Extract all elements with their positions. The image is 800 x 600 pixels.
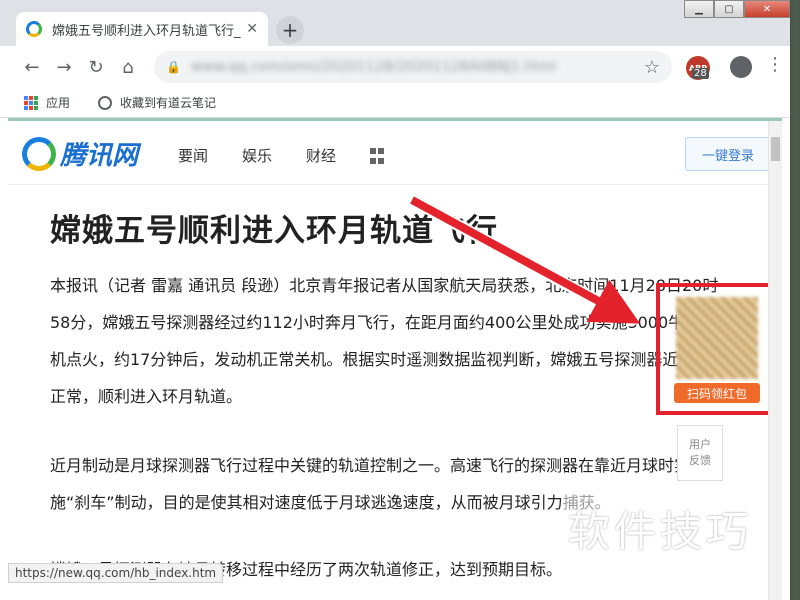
menu-kebab-icon[interactable]: ⋮ [766, 54, 784, 75]
window-controls: ▁ ▢ ✕ [684, 0, 790, 18]
user-feedback-button[interactable]: 用户 反馈 [677, 425, 723, 481]
home-icon[interactable]: ⌂ [112, 51, 144, 83]
profile-avatar-icon[interactable] [730, 56, 752, 78]
minimize-button[interactable]: ▁ [684, 0, 714, 18]
address-url: www.qq.com/omn/20201128/20201128A0BNJ1.h… [190, 59, 557, 75]
qq-favicon-icon [26, 21, 42, 37]
tencent-logo-icon [22, 136, 56, 171]
status-bar-url: https://new.qq.com/hb_index.htm [8, 563, 224, 583]
tencent-logo[interactable]: 腾讯网 [22, 135, 138, 172]
forward-icon[interactable]: → [48, 51, 80, 83]
tab-strip: 嫦娥五号顺利进入环月轨道飞行_ ✕ + ▁ ▢ ✕ [0, 0, 790, 46]
lock-icon: 🔒 [166, 60, 181, 74]
address-bar[interactable]: 🔒 www.qq.com/omn/20201128/20201128A0BNJ1… [154, 51, 672, 83]
extension-badge: 28 [692, 68, 709, 79]
browser-toolbar: ← → ↻ ⌂ 🔒 www.qq.com/omn/20201128/202011… [0, 46, 790, 88]
article-headline: 嫦娥五号顺利进入环月轨道飞行 [50, 213, 498, 249]
bookmark-apps[interactable]: 应用 [46, 94, 70, 111]
feedback-label: 用户 反馈 [689, 438, 711, 467]
highlight-box [656, 283, 776, 415]
article-paragraph: 本报讯（记者 雷嘉 通讯员 段逊）北京青年报记者从国家航天局获悉，北京时间11月… [50, 276, 727, 406]
back-icon[interactable]: ← [16, 51, 48, 83]
reload-icon[interactable]: ↻ [80, 51, 112, 83]
tab-close-icon[interactable]: ✕ [246, 21, 258, 37]
bookmark-youdao[interactable]: 收藏到有道云笔记 [120, 94, 216, 111]
apps-grid-icon [24, 95, 38, 110]
active-tab[interactable]: 嫦娥五号顺利进入环月轨道飞行_ ✕ [16, 12, 268, 46]
tab-title: 嫦娥五号顺利进入环月轨道飞行_ [52, 23, 241, 39]
more-grid-icon[interactable] [370, 148, 385, 166]
one-click-login-button[interactable]: 一键登录 [685, 137, 771, 171]
nav-item-entertainment[interactable]: 娱乐 [242, 145, 272, 166]
logo-text: 腾讯网 [60, 141, 139, 171]
page-scrollbar[interactable] [768, 121, 782, 600]
site-nav: 要闻 娱乐 财经 [178, 145, 385, 166]
scroll-thumb[interactable] [771, 137, 780, 161]
bookmarks-bar: 应用 收藏到有道云笔记 [0, 88, 790, 118]
close-window-button[interactable]: ✕ [744, 0, 790, 18]
new-tab-button[interactable]: + [276, 16, 304, 44]
nav-item-news[interactable]: 要闻 [178, 145, 208, 166]
nav-item-finance[interactable]: 财经 [306, 145, 336, 166]
maximize-button[interactable]: ▢ [714, 0, 744, 18]
bookmark-star-icon[interactable]: ☆ [644, 57, 660, 78]
site-header: 腾讯网 要闻 娱乐 财经 一键登录 [8, 121, 782, 185]
globe-icon [98, 95, 113, 110]
watermark: 软件技巧 [562, 494, 759, 563]
